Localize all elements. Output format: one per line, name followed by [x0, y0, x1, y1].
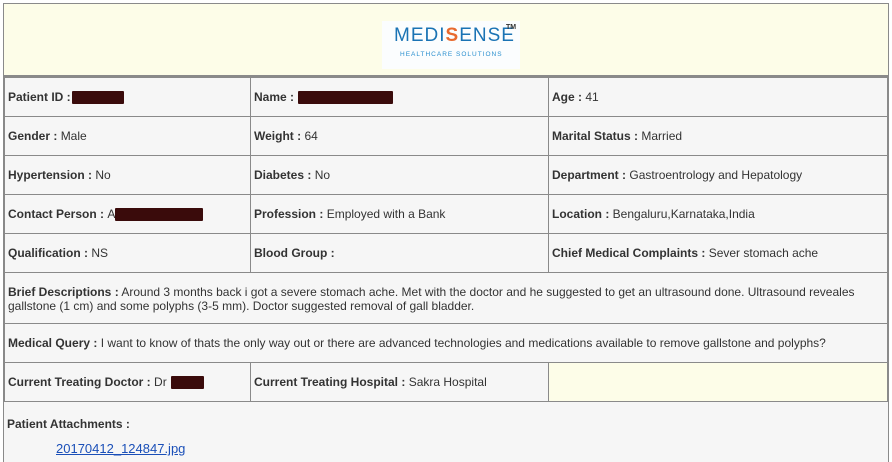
contact-person-label: Contact Person :: [8, 207, 105, 221]
patient-attachments-label: Patient Attachments :: [7, 417, 130, 431]
profession-value: Employed with a Bank: [326, 207, 446, 221]
qualification-label: Qualification :: [8, 246, 89, 260]
redacted-patient-id: [71, 90, 124, 104]
marital-status-cell: Marital Status : Married: [548, 116, 888, 156]
department-cell: Department : Gastroentrology and Hepatol…: [548, 155, 888, 195]
diabetes-cell: Diabetes : No: [250, 155, 549, 195]
marital-status-label: Marital Status :: [552, 129, 639, 143]
patient-id-label: Patient ID :: [8, 90, 71, 104]
treating-doctor-label: Current Treating Doctor :: [8, 375, 151, 389]
chief-complaints-cell: Chief Medical Complaints : Sever stomach…: [548, 233, 888, 273]
location-label: Location :: [552, 207, 610, 221]
profession-label: Profession :: [254, 207, 324, 221]
logo-wordmark: MEDISENSE: [394, 25, 515, 46]
medical-query-label: Medical Query :: [8, 336, 98, 350]
hypertension-cell: Hypertension : No: [4, 155, 251, 195]
logo-tagline: HEALTHCARE SOLUTIONS: [400, 51, 503, 58]
medical-query-text: I want to know of thats the only way out…: [100, 336, 826, 350]
name-cell: Name :: [250, 77, 549, 117]
treating-doctor-cell: Current Treating Doctor : Dr: [4, 362, 251, 402]
location-value: Bengaluru,Karnataka,India: [612, 207, 755, 221]
patient-record-panel: MEDISENSE TM HEALTHCARE SOLUTIONS Patien…: [3, 3, 889, 462]
profession-cell: Profession : Employed with a Bank: [250, 194, 549, 234]
logo-header: MEDISENSE TM HEALTHCARE SOLUTIONS: [4, 4, 888, 77]
medical-query-cell: Medical Query : I want to know of thats …: [4, 323, 888, 363]
diabetes-label: Diabetes :: [254, 168, 312, 182]
empty-cell: [548, 362, 888, 402]
redacted-contact-person: [115, 207, 204, 221]
blood-group-cell: Blood Group :: [250, 233, 549, 273]
marital-status-value: Married: [641, 129, 683, 143]
brief-description-label: Brief Descriptions :: [8, 285, 119, 299]
treating-hospital-label: Current Treating Hospital :: [254, 375, 406, 389]
chief-complaints-label: Chief Medical Complaints :: [552, 246, 706, 260]
age-label: Age :: [552, 90, 582, 104]
gender-label: Gender :: [8, 129, 58, 143]
attachment-file-link[interactable]: 20170412_124847.jpg: [56, 441, 185, 456]
treating-hospital-value: Sakra Hospital: [408, 375, 487, 389]
treating-hospital-cell: Current Treating Hospital : Sakra Hospit…: [250, 362, 549, 402]
hypertension-label: Hypertension :: [8, 168, 93, 182]
medical-query-line: Medical Query : I want to know of thats …: [8, 336, 826, 350]
department-value: Gastroentrology and Hepatology: [629, 168, 803, 182]
contact-person-cell: Contact Person : A: [4, 194, 251, 234]
brief-description-text: Around 3 months back i got a severe stom…: [8, 285, 855, 313]
blood-group-label: Blood Group :: [254, 246, 335, 260]
treating-doctor-prefix: Dr: [154, 375, 167, 389]
location-cell: Location : Bengaluru,Karnataka,India: [548, 194, 888, 234]
diabetes-value: No: [314, 168, 331, 182]
contact-person-initial: A: [107, 207, 116, 221]
brief-description-cell: Brief Descriptions : Around 3 months bac…: [4, 272, 888, 324]
qualification-value: NS: [91, 246, 109, 260]
qualification-cell: Qualification : NS: [4, 233, 251, 273]
redacted-name: [298, 90, 394, 104]
trademark-mark: TM: [506, 24, 517, 31]
weight-cell: Weight : 64: [250, 116, 549, 156]
chief-complaints-value: Sever stomach ache: [708, 246, 819, 260]
weight-label: Weight :: [254, 129, 302, 143]
weight-value: 64: [304, 129, 318, 143]
age-value: 41: [585, 90, 599, 104]
gender-value: Male: [60, 129, 87, 143]
dna-mark-icon: S: [445, 25, 460, 46]
age-cell: Age : 41: [548, 77, 888, 117]
redacted-doctor-name: [170, 375, 204, 389]
patient-id-cell: Patient ID :: [4, 77, 251, 117]
gender-cell: Gender : Male: [4, 116, 251, 156]
hypertension-value: No: [95, 168, 111, 182]
medisense-logo: MEDISENSE TM HEALTHCARE SOLUTIONS: [382, 21, 520, 69]
name-label: Name :: [254, 90, 295, 104]
department-label: Department :: [552, 168, 627, 182]
